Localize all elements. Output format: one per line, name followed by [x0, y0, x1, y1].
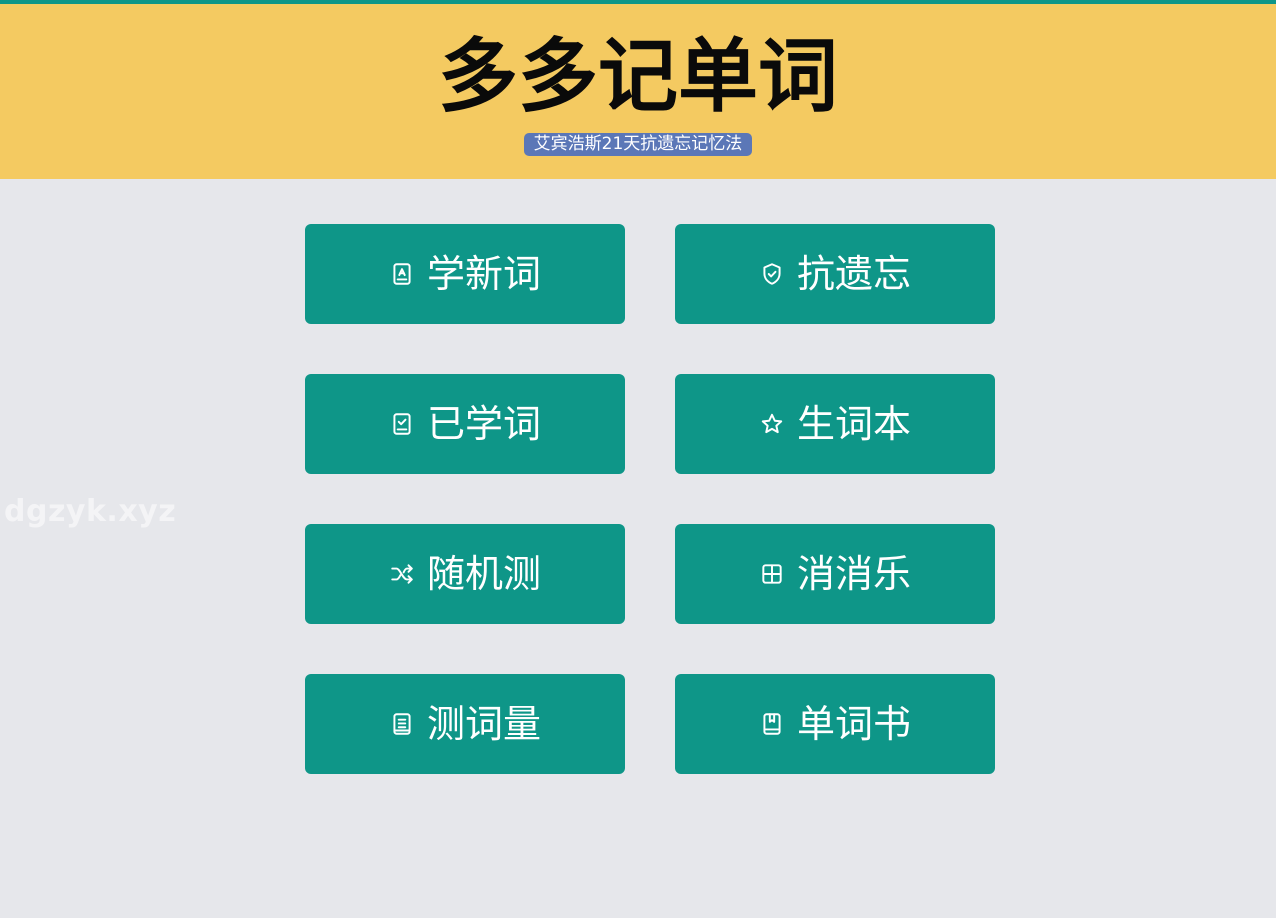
header-banner: 多多记单词 艾宾浩斯21天抗遗忘记忆法: [0, 4, 1276, 179]
shield-check-icon: [759, 261, 785, 287]
shuffle-icon: [389, 561, 415, 587]
match-game-button[interactable]: 消消乐: [675, 524, 995, 624]
vocabulary-size-test-button[interactable]: 测词量: [305, 674, 625, 774]
app-page: 多多记单词 艾宾浩斯21天抗遗忘记忆法 dgzyk.xyz 学新词 抗遗忘 已学…: [0, 0, 1276, 918]
book-letter-icon: [389, 261, 415, 287]
tile-label: 单词书: [796, 702, 911, 746]
menu-grid: 学新词 抗遗忘 已学词 生词本 随机测 消消乐 测词量 单词书: [305, 224, 995, 774]
tile-label: 学新词: [426, 252, 541, 296]
clipboard-check-icon: [389, 411, 415, 437]
book-lines-icon: [389, 711, 415, 737]
tile-label: 已学词: [426, 402, 541, 446]
tile-label: 随机测: [426, 552, 541, 596]
tile-label: 测词量: [426, 702, 541, 746]
book-bookmark-icon: [759, 711, 785, 737]
watermark-text: dgzyk.xyz: [4, 494, 177, 529]
star-icon: [759, 411, 785, 437]
word-books-button[interactable]: 单词书: [675, 674, 995, 774]
subtitle-badge: 艾宾浩斯21天抗遗忘记忆法: [523, 133, 753, 156]
tile-label: 抗遗忘: [796, 252, 911, 296]
subtitle-container: 艾宾浩斯21天抗遗忘记忆法: [0, 133, 1276, 156]
tile-label: 生词本: [796, 402, 911, 446]
app-title: 多多记单词: [438, 30, 838, 123]
random-test-button[interactable]: 随机测: [305, 524, 625, 624]
anti-forget-button[interactable]: 抗遗忘: [675, 224, 995, 324]
grid-icon: [759, 561, 785, 587]
learned-words-button[interactable]: 已学词: [305, 374, 625, 474]
tile-label: 消消乐: [796, 552, 911, 596]
vocabulary-book-button[interactable]: 生词本: [675, 374, 995, 474]
learn-new-words-button[interactable]: 学新词: [305, 224, 625, 324]
